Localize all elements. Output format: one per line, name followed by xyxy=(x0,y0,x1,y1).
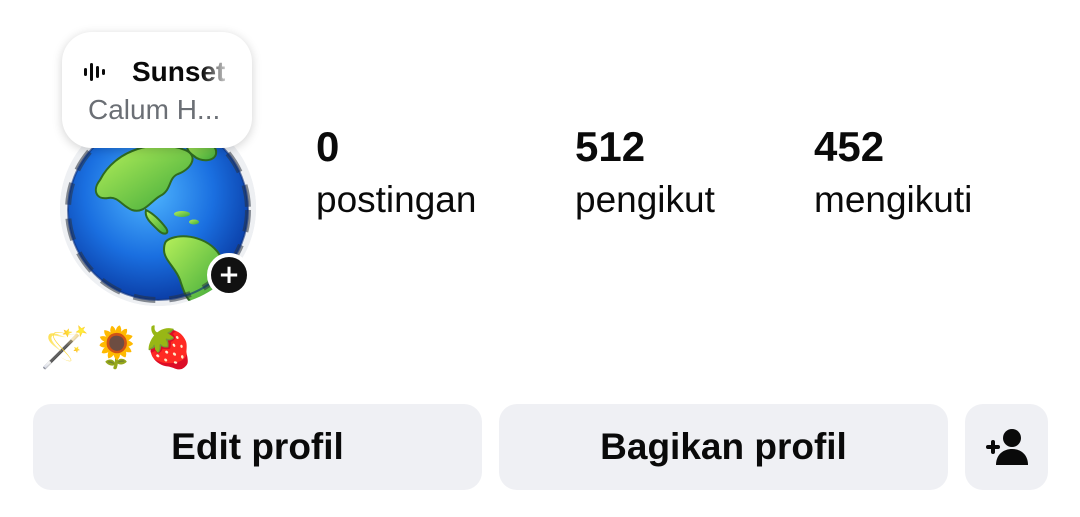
stat-posts-label: postingan xyxy=(316,179,477,220)
share-profile-button[interactable]: Bagikan profil xyxy=(499,404,948,490)
add-story-button[interactable]: + xyxy=(207,253,251,297)
stat-followers[interactable]: 512 pengikut xyxy=(575,122,715,224)
plus-icon: + xyxy=(218,260,240,290)
music-note-bubble[interactable]: Sunset Calum H... xyxy=(62,32,252,148)
discover-people-button[interactable] xyxy=(965,404,1048,490)
add-person-icon xyxy=(985,429,1028,465)
stat-following-label: mengikuti xyxy=(814,179,973,220)
magic-wand-emoji: 🪄 xyxy=(40,325,90,371)
stat-posts-value: 0 xyxy=(316,123,340,170)
edit-profile-button[interactable]: Edit profil xyxy=(33,404,482,490)
stat-following-value: 452 xyxy=(814,123,885,170)
note-title-row: Sunset xyxy=(84,56,252,88)
stat-followers-value: 512 xyxy=(575,123,646,170)
stat-followers-label: pengikut xyxy=(575,179,715,220)
stat-following[interactable]: 452 mengikuti xyxy=(814,122,972,224)
strawberry-emoji: 🍓 xyxy=(143,325,194,371)
stat-posts[interactable]: 0 postingan xyxy=(316,122,476,224)
bio: 🪄 🌻 🍓 xyxy=(40,322,193,374)
song-title: Sunset xyxy=(132,56,226,87)
song-artist: Calum H... xyxy=(88,94,221,125)
equalizer-icon xyxy=(84,63,105,81)
sunflower-emoji: 🌻 xyxy=(91,325,142,371)
